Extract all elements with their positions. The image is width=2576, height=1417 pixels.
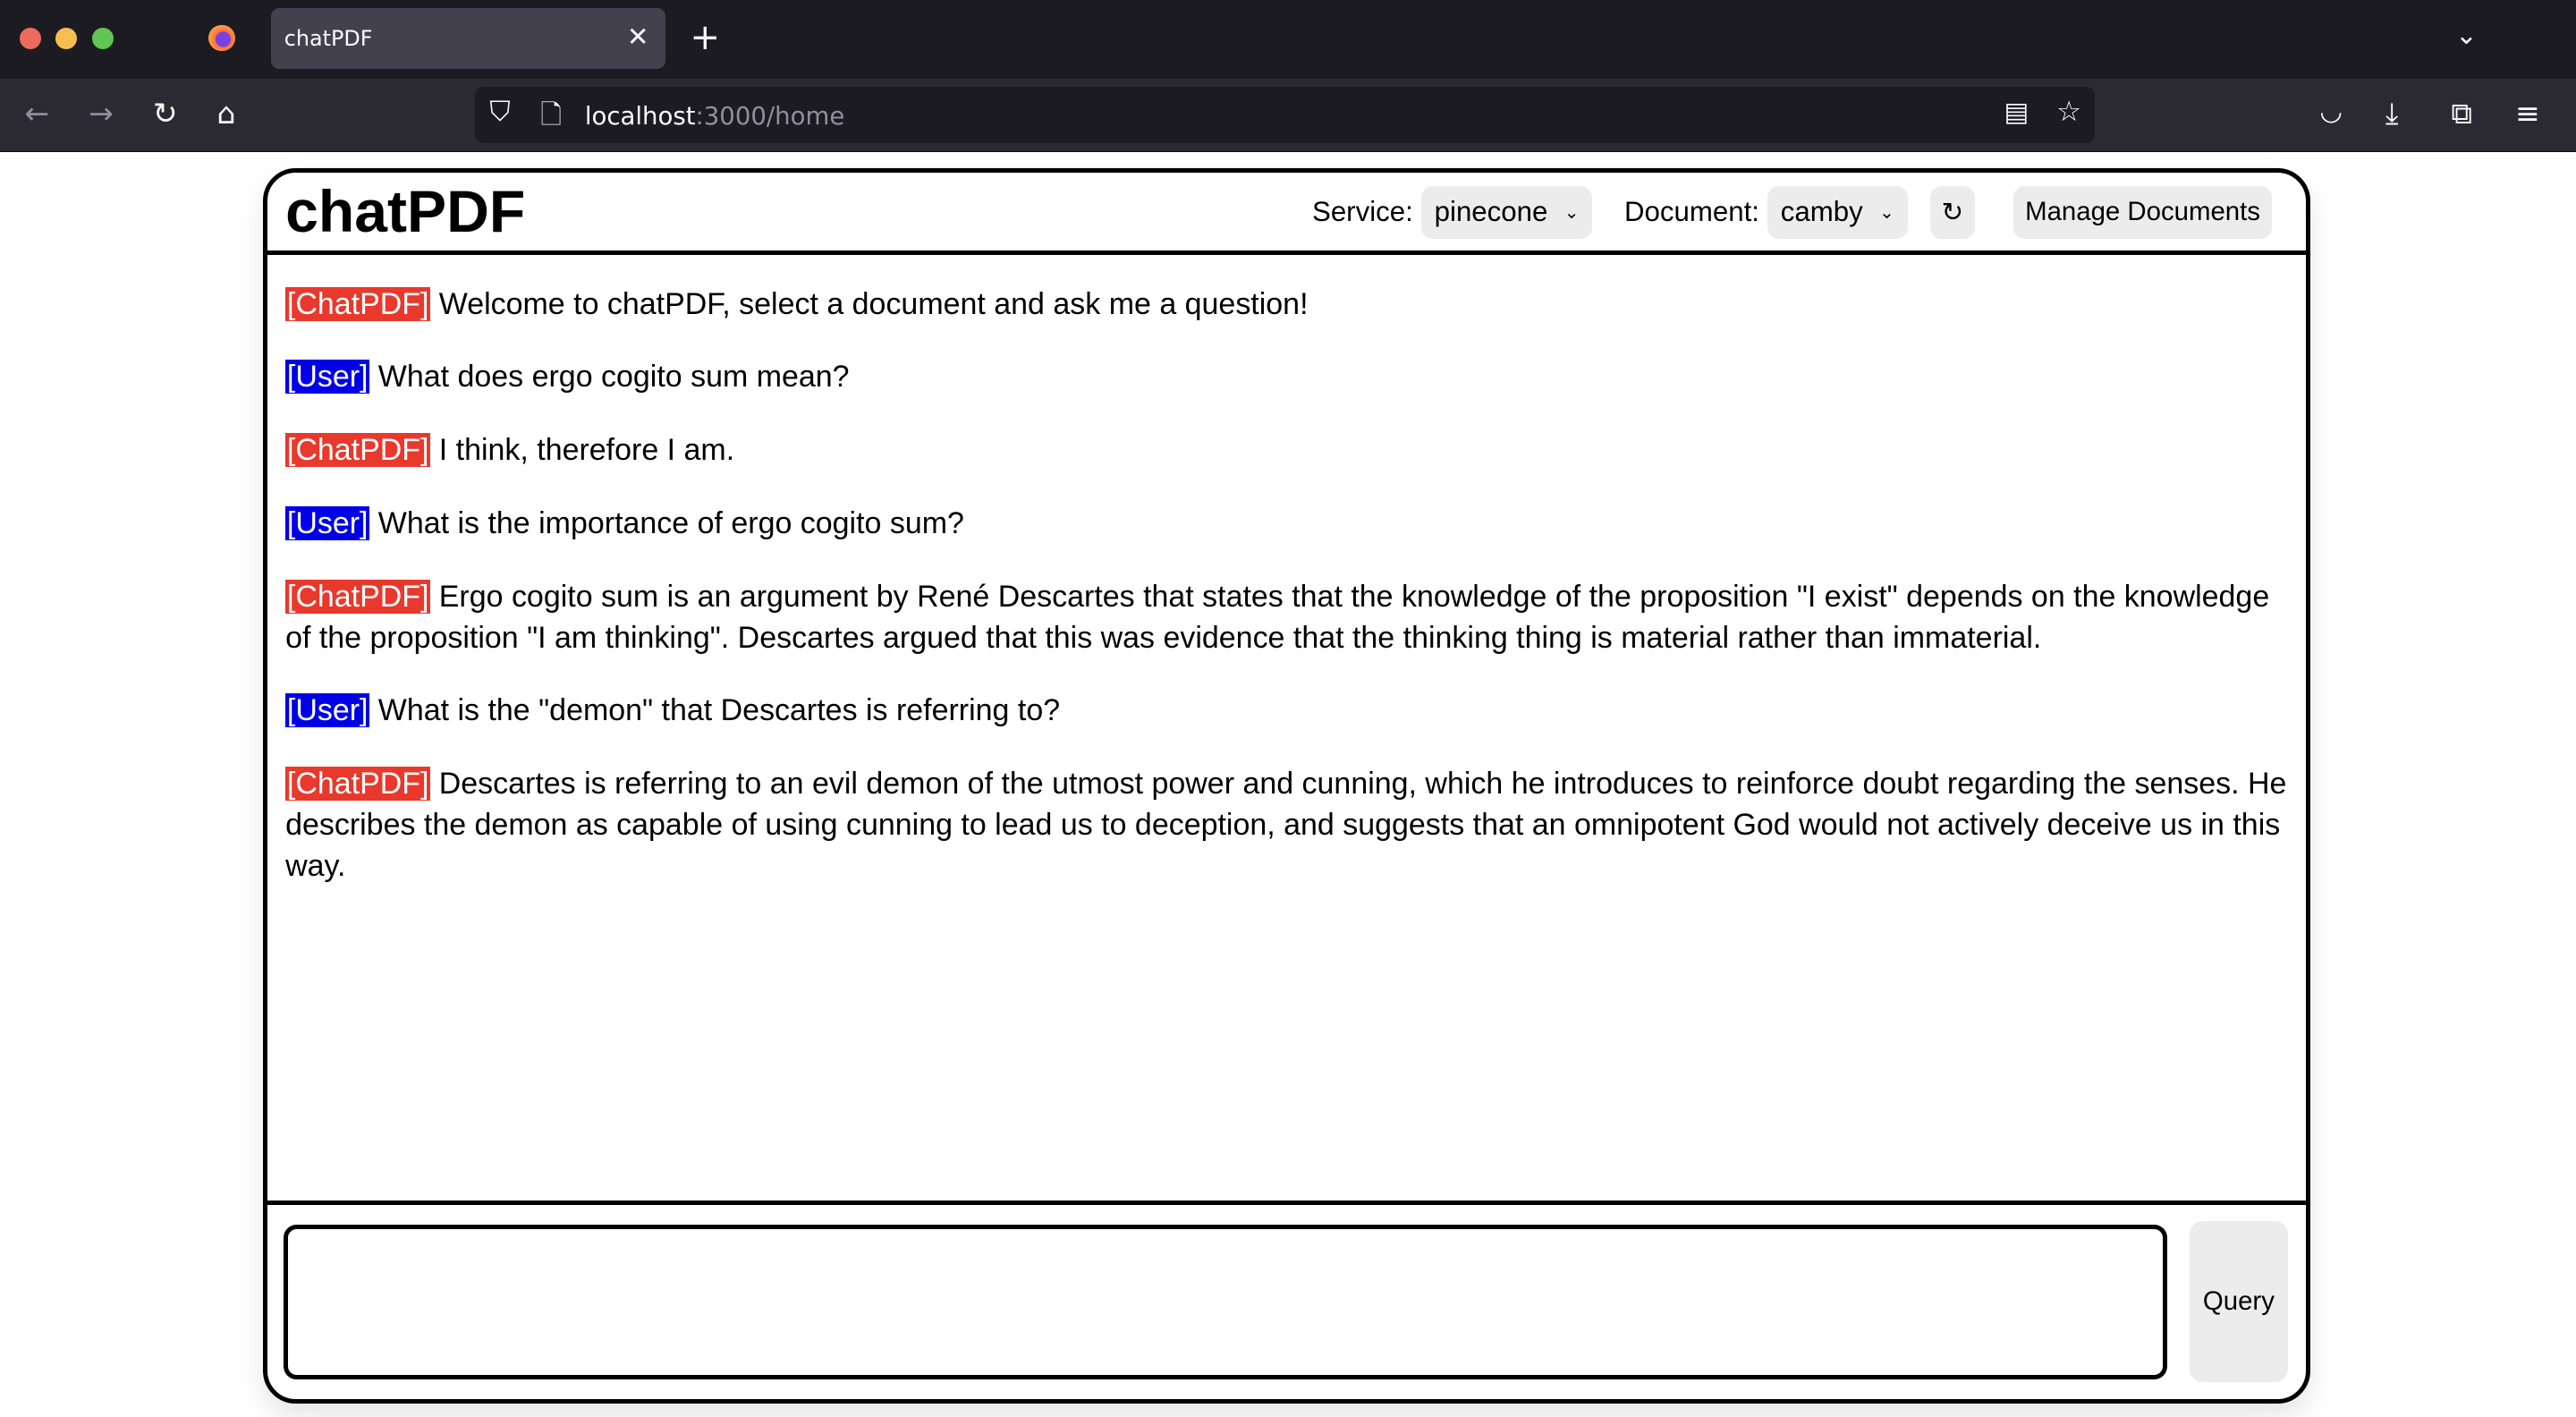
app-header: chatPDF Service: pinecone ⌄ Document: cam… xyxy=(267,173,2307,255)
chevron-down-icon: ⌄ xyxy=(1563,202,1580,223)
service-select[interactable]: pinecone ⌄ xyxy=(1420,186,1593,239)
document-label: Document: xyxy=(1623,196,1759,228)
extensions-icon[interactable]: ⧉ xyxy=(2451,96,2472,132)
chat-message: [ChatPDF] I think, therefore I am. xyxy=(285,430,2288,471)
message-text: I think, therefore I am. xyxy=(438,433,735,468)
message-text: Descartes is referring to an evil demon … xyxy=(285,767,2287,883)
chatpdf-tag: [ChatPDF] xyxy=(285,579,431,614)
shield-icon[interactable]: ⛉ xyxy=(489,96,510,129)
chat-message: [User] What is the "demon" that Descarte… xyxy=(285,691,2288,732)
tab-title: chatPDF xyxy=(284,26,373,52)
maximize-window-icon[interactable] xyxy=(91,28,114,50)
query-button[interactable]: Query xyxy=(2189,1221,2288,1383)
user-tag: [User] xyxy=(285,505,370,540)
chat-message: [ChatPDF] Descartes is referring to an e… xyxy=(285,764,2288,887)
message-text: What is the "demon" that Descartes is re… xyxy=(377,693,1061,728)
url-bar[interactable]: ⛉ 🗋 localhost:3000/home ▤ ☆ xyxy=(474,87,2095,143)
chat-card: chatPDF Service: pinecone ⌄ Document: cam… xyxy=(262,168,2311,1404)
reader-view-icon[interactable]: ▤ xyxy=(2004,97,2029,127)
document-control: Document: camby ⌄ xyxy=(1624,186,1908,239)
firefox-icon xyxy=(208,24,235,51)
page-icon: 🗋 xyxy=(540,98,562,130)
user-tag: [User] xyxy=(285,360,370,395)
bookmark-star-icon[interactable]: ☆ xyxy=(2056,96,2081,128)
chatpdf-tag: [ChatPDF] xyxy=(285,433,431,468)
composer: Query xyxy=(267,1200,2307,1399)
message-text: Ergo cogito sum is an argument by René D… xyxy=(285,579,2270,655)
message-text: What is the importance of ergo cogito su… xyxy=(377,505,964,540)
minimize-window-icon[interactable] xyxy=(55,28,78,50)
browser-nav-bar: ← → ↻ ⌂ ⛉ 🗋 localhost:3000/home ▤ ☆ ◡ ⤓ … xyxy=(0,79,2576,152)
service-control: Service: pinecone ⌄ xyxy=(1312,186,1593,239)
chat-message: [User] What does ergo cogito sum mean? xyxy=(285,357,2288,398)
user-tag: [User] xyxy=(285,693,370,728)
message-list: [ChatPDF] Welcome to chatPDF, select a d… xyxy=(267,255,2306,1205)
service-value: pinecone xyxy=(1434,196,1548,228)
menu-icon[interactable]: ≡ xyxy=(2515,96,2540,131)
service-label: Service: xyxy=(1312,196,1413,228)
pocket-icon[interactable]: ◡ xyxy=(2319,96,2343,126)
refresh-icon: ↻ xyxy=(1941,197,1964,227)
reload-icon[interactable]: ↻ xyxy=(153,96,178,131)
chat-message: [User] What is the importance of ergo co… xyxy=(285,504,2288,545)
document-select[interactable]: camby ⌄ xyxy=(1767,186,1908,239)
query-input[interactable] xyxy=(284,1224,2167,1380)
chat-message: [ChatPDF] Ergo cogito sum is an argument… xyxy=(285,577,2288,659)
browser-tab[interactable]: chatPDF ✕ xyxy=(271,8,665,70)
url-text: localhost:3000/home xyxy=(584,101,845,131)
app-title: chatPDF xyxy=(285,178,526,245)
tab-list-chevron-icon[interactable]: ⌄ xyxy=(2455,20,2478,50)
forward-icon[interactable]: → xyxy=(89,96,114,131)
document-value: camby xyxy=(1780,196,1863,228)
home-icon[interactable]: ⌂ xyxy=(216,96,235,131)
browser-tab-bar: chatPDF ✕ + ⌄ xyxy=(0,0,2576,80)
close-window-icon[interactable] xyxy=(20,28,41,50)
message-text: Welcome to chatPDF, select a document an… xyxy=(438,286,1309,321)
downloads-icon[interactable]: ⤓ xyxy=(2385,96,2399,132)
message-text: What does ergo cogito sum mean? xyxy=(377,360,850,395)
chat-message: [ChatPDF] Welcome to chatPDF, select a d… xyxy=(285,284,2288,326)
close-tab-icon[interactable]: ✕ xyxy=(627,21,649,52)
chatpdf-tag: [ChatPDF] xyxy=(285,767,431,802)
chatpdf-tag: [ChatPDF] xyxy=(285,286,431,321)
back-icon[interactable]: ← xyxy=(25,96,50,131)
chevron-down-icon: ⌄ xyxy=(1879,202,1895,223)
new-tab-icon[interactable]: + xyxy=(690,15,720,58)
manage-documents-button[interactable]: Manage Documents xyxy=(2013,186,2272,239)
refresh-button[interactable]: ↻ xyxy=(1929,186,1975,239)
